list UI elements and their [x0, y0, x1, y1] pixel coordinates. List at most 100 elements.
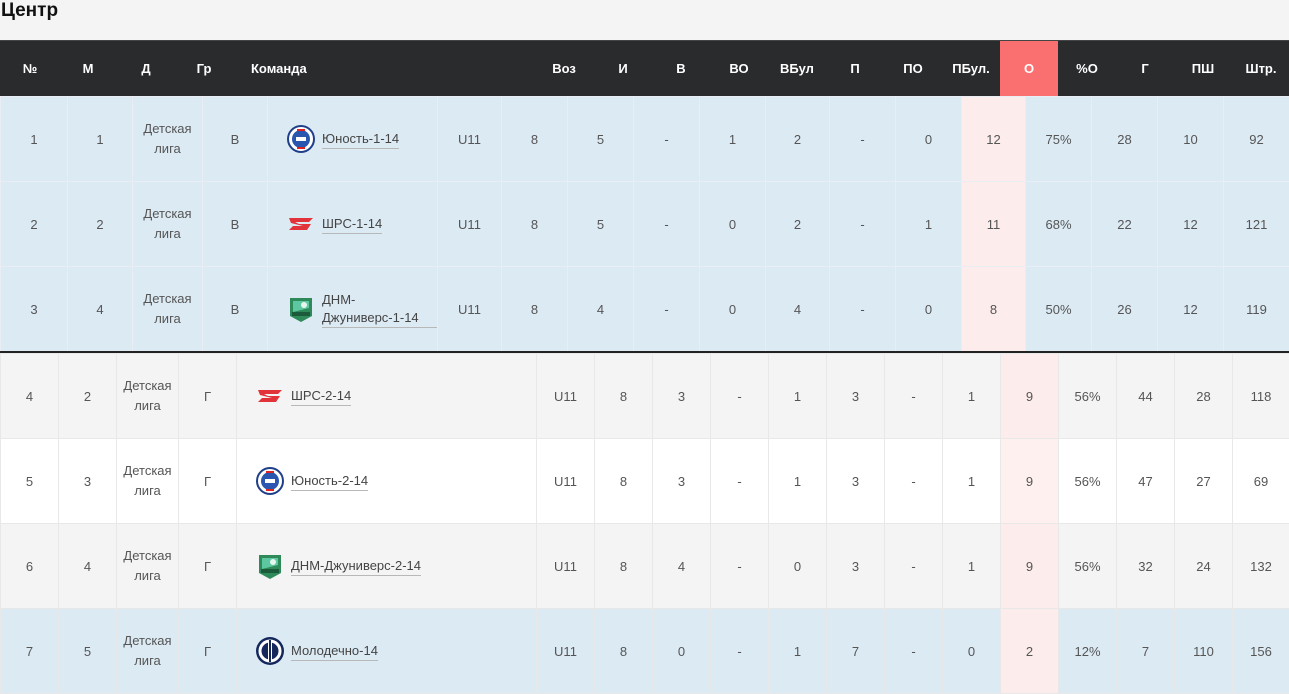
row-age: U11	[537, 439, 595, 524]
row-number-value: 6	[26, 559, 33, 574]
col-age-header[interactable]: Воз	[534, 41, 594, 96]
row-losses: 3	[827, 439, 885, 524]
col-games-header[interactable]: И	[598, 41, 648, 96]
row-wins-value: 5	[597, 132, 604, 147]
col-ot-wins-header[interactable]: ВО	[709, 41, 769, 96]
team-link[interactable]: ШРС-1-14	[322, 215, 382, 234]
col-number-header[interactable]: №	[0, 41, 60, 96]
col-place-header[interactable]: М	[63, 41, 113, 96]
row-penalties: 69	[1233, 439, 1289, 524]
table-row: 22Детская лигаВШРС-1-14U1185-02-11168%22…	[1, 182, 1289, 267]
row-ot-wins: -	[634, 97, 700, 182]
row-points-value: 8	[990, 302, 997, 317]
row-goals-against-value: 27	[1196, 474, 1210, 489]
row-age: U11	[537, 354, 595, 439]
row-division: Детская лига	[133, 182, 203, 267]
col-group-header[interactable]: Гр	[179, 41, 229, 96]
row-losses-value: 4	[794, 302, 801, 317]
row-points-pct-value: 75%	[1045, 132, 1071, 147]
row-penalties-value: 156	[1250, 644, 1272, 659]
col-penalties-header[interactable]: Штр.	[1233, 41, 1289, 96]
team-link[interactable]: Юность-2-14	[291, 472, 368, 491]
row-so-losses: 1	[943, 524, 1001, 609]
table-row: 53Детская лигаГЮность-2-14U1183-13-1956%…	[1, 439, 1289, 524]
row-so-wins: 0	[769, 524, 827, 609]
row-number-value: 7	[26, 644, 33, 659]
yunost-logo-icon	[255, 466, 285, 496]
team-link[interactable]: ДНМ-Джуниверс-2-14	[291, 557, 421, 576]
row-ot-losses: -	[830, 267, 896, 352]
row-losses-value: 7	[852, 644, 859, 659]
row-goals-against: 12	[1158, 267, 1224, 352]
row-wins-value: 0	[678, 644, 685, 659]
dnm-logo-icon	[255, 551, 285, 581]
row-wins: 4	[568, 267, 634, 352]
row-so-losses: 0	[896, 97, 962, 182]
row-points-pct: 56%	[1059, 524, 1117, 609]
shrs-logo-icon	[286, 209, 316, 239]
col-losses-header[interactable]: П	[830, 41, 880, 96]
col-goals-against-header[interactable]: ПШ	[1174, 41, 1232, 96]
row-team[interactable]: Юность-2-14	[237, 439, 537, 524]
row-so-losses: 1	[943, 354, 1001, 439]
row-team[interactable]: ДНМ-Джуниверс-1-14	[268, 267, 438, 352]
col-so-losses-header[interactable]: ПБул.	[941, 41, 1001, 96]
row-ot-losses: -	[885, 439, 943, 524]
row-team[interactable]: Юность-1-14	[268, 97, 438, 182]
row-so-wins-value: 0	[729, 302, 736, 317]
row-place: 2	[68, 182, 133, 267]
row-goals-against: 24	[1175, 524, 1233, 609]
row-ot-losses-value: -	[911, 644, 915, 659]
team-link[interactable]: Молодечно-14	[291, 642, 378, 661]
row-points: 9	[1001, 524, 1059, 609]
row-penalties-value: 132	[1250, 559, 1272, 574]
standings-group-g: 42Детская лигаГШРС-2-14U1183-13-1956%442…	[0, 353, 1289, 694]
row-team[interactable]: ШРС-1-14	[268, 182, 438, 267]
row-wins: 3	[653, 354, 711, 439]
row-place-value: 2	[96, 217, 103, 232]
row-penalties: 92	[1224, 97, 1289, 182]
col-wins-header[interactable]: В	[656, 41, 706, 96]
row-so-losses-value: 1	[968, 389, 975, 404]
col-points-pct-header[interactable]: %О	[1058, 41, 1116, 96]
row-so-wins-value: 1	[794, 474, 801, 489]
row-losses-value: 3	[852, 389, 859, 404]
row-penalties-value: 121	[1246, 217, 1268, 232]
row-games: 8	[595, 524, 653, 609]
row-games: 8	[502, 182, 568, 267]
row-points: 9	[1001, 439, 1059, 524]
row-age-value: U11	[458, 302, 481, 317]
row-place-value: 1	[96, 132, 103, 147]
row-team[interactable]: ШРС-2-14	[237, 354, 537, 439]
row-so-losses-value: 1	[968, 559, 975, 574]
row-team[interactable]: ДНМ-Джуниверс-2-14	[237, 524, 537, 609]
row-ot-wins: -	[634, 182, 700, 267]
team-link[interactable]: ДНМ-Джуниверс-1-14	[322, 291, 437, 328]
row-losses-value: 3	[852, 474, 859, 489]
col-division-header[interactable]: Д	[116, 41, 176, 96]
row-points-value: 2	[1026, 644, 1033, 659]
col-points-header[interactable]: О	[1000, 41, 1058, 96]
col-ot-losses-header[interactable]: ПО	[883, 41, 943, 96]
row-goals: 32	[1117, 524, 1175, 609]
team-link[interactable]: ШРС-2-14	[291, 387, 351, 406]
col-so-wins-header[interactable]: ВБул	[767, 41, 827, 96]
row-place-value: 5	[84, 644, 91, 659]
team-link[interactable]: Юность-1-14	[322, 130, 399, 149]
row-group-value: В	[231, 217, 240, 232]
row-place: 2	[59, 354, 117, 439]
row-games-value: 8	[620, 644, 627, 659]
row-age: U11	[537, 524, 595, 609]
col-goals-header[interactable]: Г	[1117, 41, 1173, 96]
row-ot-wins: -	[711, 439, 769, 524]
row-points-pct: 68%	[1026, 182, 1092, 267]
row-wins: 4	[653, 524, 711, 609]
row-wins-value: 3	[678, 474, 685, 489]
row-points: 9	[1001, 354, 1059, 439]
col-team-header[interactable]: Команда	[251, 41, 471, 96]
row-points-pct: 56%	[1059, 439, 1117, 524]
row-points-value: 12	[986, 132, 1000, 147]
row-wins: 3	[653, 439, 711, 524]
row-points-pct-value: 12%	[1074, 644, 1100, 659]
row-goals-value: 28	[1117, 132, 1131, 147]
